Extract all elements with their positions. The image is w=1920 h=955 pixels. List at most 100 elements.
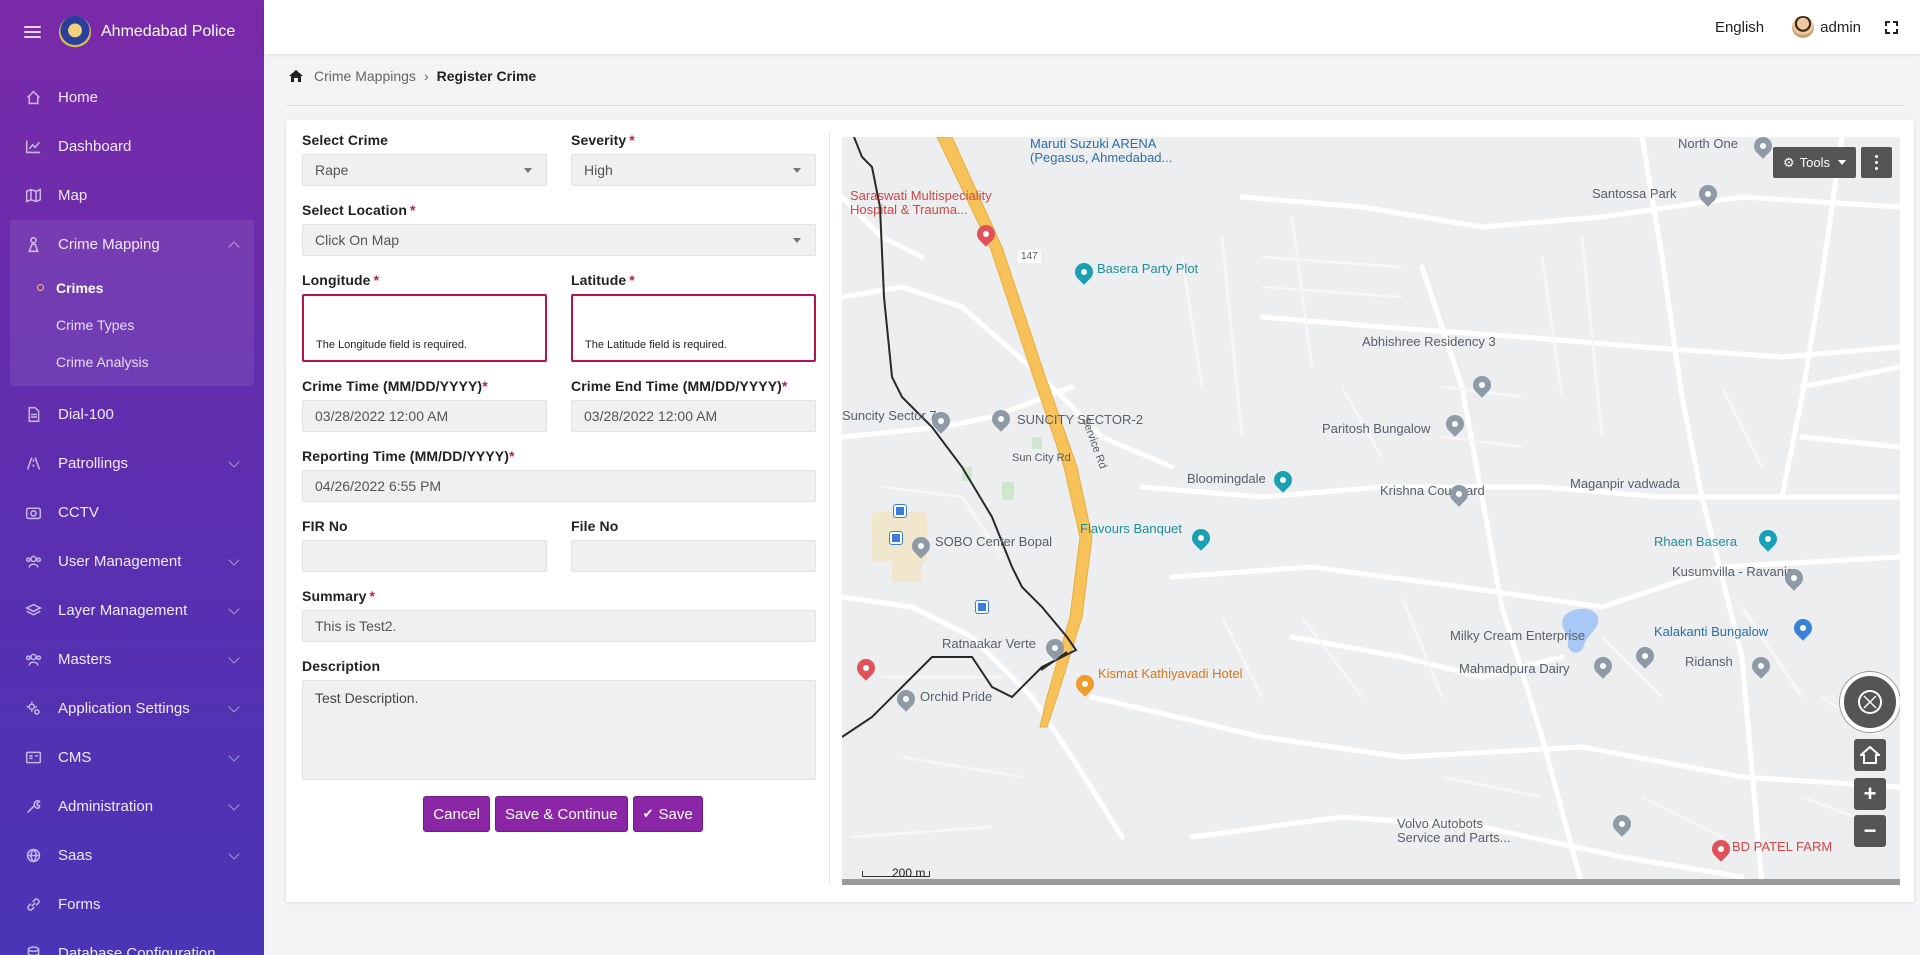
- chevron-down-icon: [228, 455, 240, 468]
- crime-location-map[interactable]: Maruti Suzuki ARENA (Pegasus, Ahmedabad..…: [842, 137, 1900, 885]
- summary-field[interactable]: This is Test2.: [302, 610, 816, 642]
- sidebar-nav: Home Dashboard Map: [0, 73, 264, 220]
- zoom-in-button[interactable]: +: [1854, 778, 1886, 810]
- summary-value: This is Test2.: [315, 618, 397, 634]
- sidebar-item-label: Dashboard: [58, 138, 132, 155]
- sidebar-item-cms[interactable]: CMS: [0, 733, 264, 782]
- reporting-time-field[interactable]: 04/26/2022 6:55 PM: [302, 470, 816, 502]
- sidebar-item-user-management[interactable]: User Management: [0, 537, 264, 586]
- sidebar-item-crime-mapping[interactable]: Crime Mapping: [10, 220, 254, 269]
- breadcrumb-parent[interactable]: Crime Mappings: [314, 68, 416, 84]
- fir-no-field[interactable]: [302, 540, 547, 572]
- bus-stop-icon: [976, 601, 988, 613]
- fir-no-label: FIR No: [302, 518, 348, 534]
- user-name: admin: [1820, 18, 1861, 36]
- chart-line-icon: [24, 139, 42, 155]
- save-button[interactable]: ✔ Save: [632, 796, 703, 832]
- road-icon: [24, 456, 42, 472]
- select-location-dropdown[interactable]: Click On Map: [302, 224, 816, 256]
- compass-icon[interactable]: [1840, 672, 1900, 732]
- sidebar-item-database-configuration[interactable]: Database Configuration: [0, 929, 264, 955]
- sidebar-group-crime-mapping: Crime Mapping Crimes Crime Types Crime A…: [10, 220, 254, 386]
- sidebar-item-home[interactable]: Home: [0, 73, 264, 122]
- longitude-error: The Longitude field is required.: [316, 339, 468, 351]
- map-label: SOBO Center Bopal: [935, 534, 1053, 549]
- highway-shield: 147: [1018, 250, 1041, 263]
- user-menu[interactable]: admin: [1792, 16, 1861, 38]
- severity-dropdown[interactable]: High: [571, 154, 816, 186]
- chevron-down-icon: [228, 700, 240, 713]
- map-label: Volvo Autobots Service and Parts...: [1397, 816, 1511, 846]
- menu-toggle-icon[interactable]: [24, 25, 41, 38]
- select-crime-label: Select Crime: [302, 132, 389, 148]
- crime-time-field[interactable]: 03/28/2022 12:00 AM: [302, 400, 547, 432]
- sidebar-subitem-label: Crime Types: [56, 316, 135, 333]
- sidebar-item-masters[interactable]: Masters: [0, 635, 264, 684]
- sidebar-item-label: Crime Mapping: [58, 236, 160, 253]
- fullscreen-icon[interactable]: [1885, 20, 1898, 34]
- tools-icon: ⚙: [1782, 154, 1795, 170]
- crime-end-time-field[interactable]: 03/28/2022 12:00 AM: [571, 400, 816, 432]
- sidebar-item-label: CCTV: [58, 504, 99, 521]
- sidebar-subitem-crime-analysis[interactable]: Crime Analysis: [10, 343, 254, 380]
- latitude-error: The Latitude field is required.: [585, 339, 727, 351]
- sidebar-item-saas[interactable]: Saas: [0, 831, 264, 880]
- map-more-options-button[interactable]: [1861, 147, 1892, 178]
- description-textarea[interactable]: Test Description.: [302, 680, 816, 780]
- save-continue-button[interactable]: Save & Continue: [495, 796, 628, 832]
- sidebar-item-patrollings[interactable]: Patrollings: [0, 439, 264, 488]
- map-label: Basera Party Plot: [1097, 261, 1199, 276]
- save-button-label: Save: [658, 805, 693, 823]
- map-label: Kusumvilla - Ravanis: [1672, 564, 1794, 579]
- map-label: Paritosh Bungalow: [1322, 421, 1431, 436]
- avatar: [1792, 16, 1815, 38]
- sidebar-subitem-crime-types[interactable]: Crime Types: [10, 306, 254, 343]
- description-label: Description: [302, 658, 381, 674]
- users-icon: [24, 554, 42, 570]
- tools-label: Tools: [1799, 155, 1830, 170]
- map-label: North One: [1678, 137, 1738, 151]
- latitude-field[interactable]: The Latitude field is required.: [571, 294, 816, 362]
- language-selector[interactable]: English: [1715, 19, 1764, 36]
- caret-down-icon: [1838, 160, 1846, 165]
- chevron-down-icon: [228, 749, 240, 762]
- map-base-layer: [842, 137, 1900, 885]
- users-icon: [24, 652, 42, 668]
- link-icon: [24, 897, 42, 913]
- cancel-button[interactable]: Cancel: [423, 796, 490, 832]
- sidebar-subitem-crimes[interactable]: Crimes: [10, 269, 254, 306]
- police-logo: [59, 15, 91, 48]
- sidebar-item-map[interactable]: Map: [0, 171, 264, 220]
- sidebar-item-layer-management[interactable]: Layer Management: [0, 586, 264, 635]
- sidebar-item-dial-100[interactable]: Dial-100: [0, 390, 264, 439]
- sidebar-item-dashboard[interactable]: Dashboard: [0, 122, 264, 171]
- file-no-field[interactable]: [571, 540, 816, 572]
- sidebar-item-label: Layer Management: [58, 602, 188, 619]
- sidebar-item-forms[interactable]: Forms: [0, 880, 264, 929]
- sidebar-item-administration[interactable]: Administration: [0, 782, 264, 831]
- sidebar-item-label: Database Configuration: [58, 945, 216, 955]
- crime-time-label: Crime Time (MM/DD/YYYY)*: [302, 378, 488, 394]
- select-crime-dropdown[interactable]: Rape: [302, 154, 547, 186]
- sidebar-item-application-settings[interactable]: Application Settings: [0, 684, 264, 733]
- sidebar-item-label: Patrollings: [58, 455, 129, 472]
- latitude-label: Latitude *: [571, 272, 635, 288]
- reporting-time-label: Reporting Time (MM/DD/YYYY)*: [302, 448, 515, 464]
- longitude-field[interactable]: The Longitude field is required.: [302, 294, 547, 362]
- home-icon: [1860, 746, 1880, 764]
- sidebar-item-label: Home: [58, 89, 99, 106]
- brand: Ahmedabad Police: [0, 0, 264, 63]
- sidebar-nav-rest: Dial-100 Patrollings CCTV User Managemen…: [0, 390, 264, 955]
- sidebar-item-label: Map: [58, 187, 88, 204]
- sidebar-item-label: Dial-100: [58, 406, 114, 423]
- chevron-down-icon: [228, 553, 240, 566]
- map-label: Ratnaakar Verte: [942, 636, 1036, 651]
- reporting-time-value: 04/26/2022 6:55 PM: [315, 478, 442, 494]
- wrench-icon: [24, 799, 42, 815]
- sidebar-item-cctv[interactable]: CCTV: [0, 488, 264, 537]
- map-label: BD PATEL FARM: [1732, 839, 1833, 854]
- map-tools-button[interactable]: ⚙ Tools: [1772, 147, 1856, 178]
- home-icon[interactable]: [288, 69, 304, 83]
- zoom-out-button[interactable]: −: [1854, 815, 1886, 847]
- map-home-button[interactable]: [1854, 739, 1886, 771]
